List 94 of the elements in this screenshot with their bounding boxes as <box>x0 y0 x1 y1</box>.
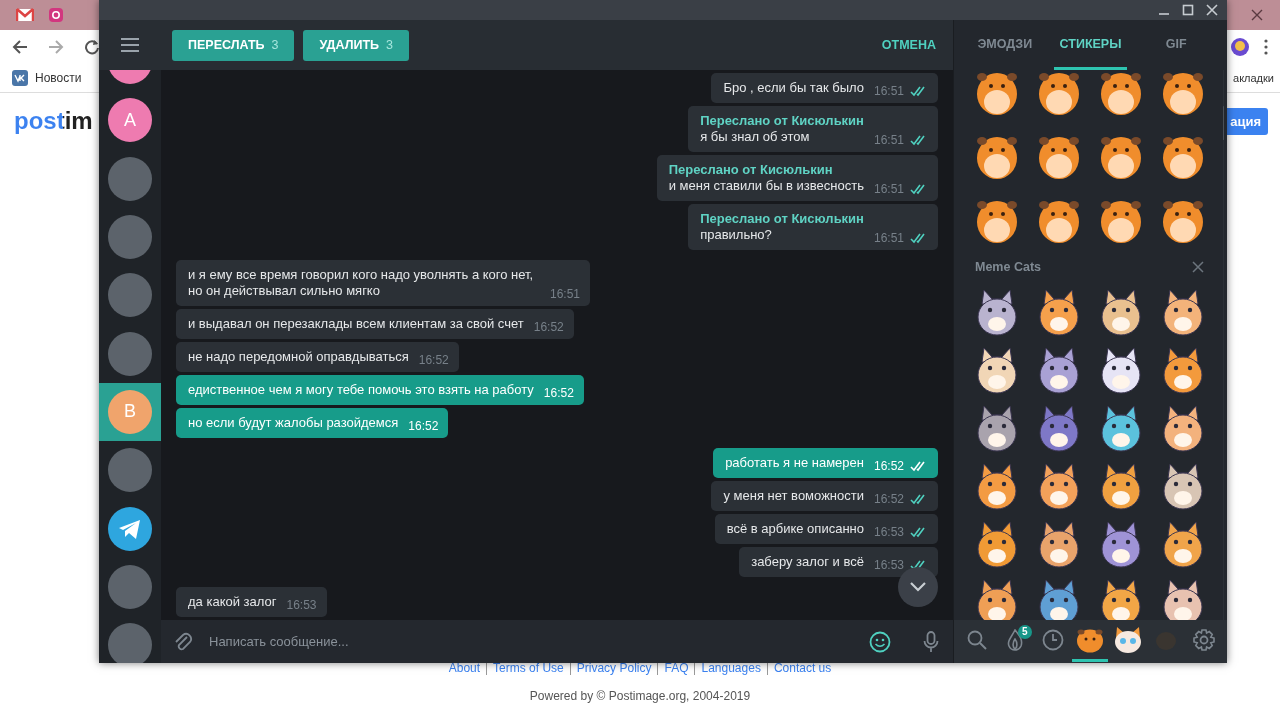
chevron-down-icon <box>910 582 926 592</box>
sticker-tab[interactable]: ЭМОДЗИ <box>968 20 1042 70</box>
message-bubble[interactable]: едиственное чем я могу тебе помочь это взять на работу 16:52 <box>176 375 584 405</box>
message-text: и я ему все время говорил кого надо уволнять а кого нет, но он действывал сильно мягко <box>188 267 535 299</box>
message-text: но если будут жалобы разойдемся <box>188 415 399 431</box>
message-text: заберу залог и всё <box>751 554 864 570</box>
message-text: не надо передомной оправдываться <box>188 349 409 365</box>
cat-face-icon <box>1113 626 1144 654</box>
message-time: 16:51 <box>873 83 904 99</box>
message-time: 16:53 <box>873 524 904 540</box>
close-icon[interactable] <box>1192 261 1204 273</box>
sticker-tab[interactable]: GIF <box>1139 20 1213 70</box>
message-composer[interactable]: Написать сообщение... <box>161 620 953 663</box>
menu-icon[interactable] <box>121 38 139 52</box>
action-button[interactable]: ПЕРЕСЛАТЬ 3 <box>172 29 295 61</box>
bookmarks-label[interactable]: акладки <box>1233 72 1274 84</box>
message-bubble[interactable]: Переслано от Кисюлькин и меня ставили бы в извесность 16:51 <box>656 155 938 201</box>
message-time: 16:51 <box>549 286 580 302</box>
message-bubble[interactable]: не надо передомной оправдываться 16:52 <box>176 342 459 372</box>
footer-text: Powered by © Postimage.org, 2004-2019 <box>528 689 752 703</box>
message-time: 16:52 <box>873 458 904 474</box>
message-bubble[interactable]: но если будут жалобы разойдемся 16:52 <box>176 408 449 438</box>
message-time: 16:52 <box>873 491 904 507</box>
clock-icon <box>1041 629 1064 651</box>
message-bubble[interactable]: и выдавал он перезаклады всем клиентам за свой счет 16:52 <box>176 309 574 339</box>
message-time: 16:52 <box>418 352 449 368</box>
message-bubble[interactable]: Бро , если бы так было 16:51 <box>711 73 938 103</box>
maximize-icon[interactable] <box>1182 4 1194 16</box>
close-icon[interactable] <box>1250 8 1264 22</box>
avatar: А <box>108 98 152 143</box>
vk-icon <box>12 70 28 86</box>
message-text: работать я не намерен <box>725 455 864 471</box>
forwarded-label: Переслано от Кисюлькин <box>668 162 834 178</box>
smiley-icon[interactable] <box>869 630 891 653</box>
sticker-tab[interactable]: СТИКЕРЫ <box>1053 20 1128 70</box>
scrollbar-thumb[interactable] <box>1223 106 1224 140</box>
avatar-photo <box>108 564 152 609</box>
flame-icon <box>1005 629 1024 651</box>
search-icon <box>966 630 987 650</box>
message-text: и выдавал он перезаклады всем клиентам за свой счет <box>188 316 524 332</box>
scroll-down-button[interactable] <box>898 567 938 607</box>
message-bubble[interactable]: всё в арбике описанно 16:53 <box>714 514 938 544</box>
message-text: правильно? <box>700 227 773 243</box>
paperclip-icon[interactable] <box>173 630 193 653</box>
message-bubble[interactable]: и я ему все время говорил кого надо уволнять а кого нет, но он действывал сильно мягко 16:51 <box>176 260 590 306</box>
message-time: 16:53 <box>286 597 317 613</box>
avatar-photo <box>108 273 152 318</box>
message-bubble[interactable]: заберу залог и всё 16:53 <box>739 547 938 577</box>
back-icon[interactable] <box>12 39 28 55</box>
message-text: Бро , если бы так было <box>723 80 864 96</box>
sticker-set-title: Meme Cats <box>975 260 1041 274</box>
message-bubble[interactable]: Переслано от Кисюлькин правильно? 16:51 <box>688 204 938 250</box>
message-bubble[interactable]: у меня нет воможности 16:52 <box>711 481 938 511</box>
cancel-button[interactable]: ОТМЕНА <box>881 38 936 52</box>
paper-plane-avatar <box>108 506 152 551</box>
avatar-photo <box>108 156 152 201</box>
message-time: 16:53 <box>873 557 904 573</box>
message-time: 16:52 <box>533 319 564 335</box>
message-text: и меня ставили бы в извесность <box>668 178 864 194</box>
message-text: едиственное чем я могу тебе помочь это взять на работу <box>188 382 534 398</box>
forwarded-label: Переслано от Кисюлькин <box>700 211 864 227</box>
reload-icon[interactable] <box>84 39 100 55</box>
message-bubble[interactable]: Переслано от Кисюлькин я бы знал об этом 16:51 <box>688 106 938 152</box>
sticker-bar-tab[interactable]: 5 <box>996 621 1033 662</box>
chat-item[interactable]: А <box>99 91 161 150</box>
footer-link[interactable]: About <box>448 661 481 675</box>
message-bubble[interactable]: работать я не намерен 16:52 <box>713 448 938 478</box>
message-text: у меня нет воможности <box>723 488 864 504</box>
message-bubble[interactable]: да какой залог 16:53 <box>176 587 327 617</box>
count-badge: 5 <box>1017 624 1032 639</box>
message-time: 16:52 <box>408 418 439 434</box>
more-icon[interactable] <box>1264 39 1268 55</box>
settings-icon <box>1193 629 1215 651</box>
hamster-icon <box>1076 627 1105 653</box>
message-text: да какой залог <box>188 594 277 610</box>
message-text: всё в арбике описанно <box>726 521 864 537</box>
message-time: 16:51 <box>873 132 904 148</box>
message-time: 16:51 <box>873 181 904 197</box>
camera-icon[interactable] <box>48 7 64 23</box>
microphone-icon[interactable] <box>923 630 939 653</box>
forwarded-label: Переслано от Кисюлькин <box>700 113 864 129</box>
message-input[interactable]: Написать сообщение... <box>207 633 855 650</box>
avatar: В <box>108 389 152 434</box>
profile-icon[interactable] <box>1230 37 1250 57</box>
bookmark-link[interactable]: Новости <box>35 71 82 85</box>
mail-icon <box>16 8 34 22</box>
message-time: 16:51 <box>873 230 904 246</box>
avatar-photo <box>108 448 152 493</box>
avatar-photo <box>108 331 152 376</box>
message-time: 16:52 <box>543 385 574 401</box>
avatar-photo <box>108 215 152 260</box>
avatar-photo <box>108 623 152 663</box>
action-button[interactable]: УДАЛИТЬ 3 <box>303 29 410 61</box>
message-text: я бы знал об этом <box>700 129 811 145</box>
